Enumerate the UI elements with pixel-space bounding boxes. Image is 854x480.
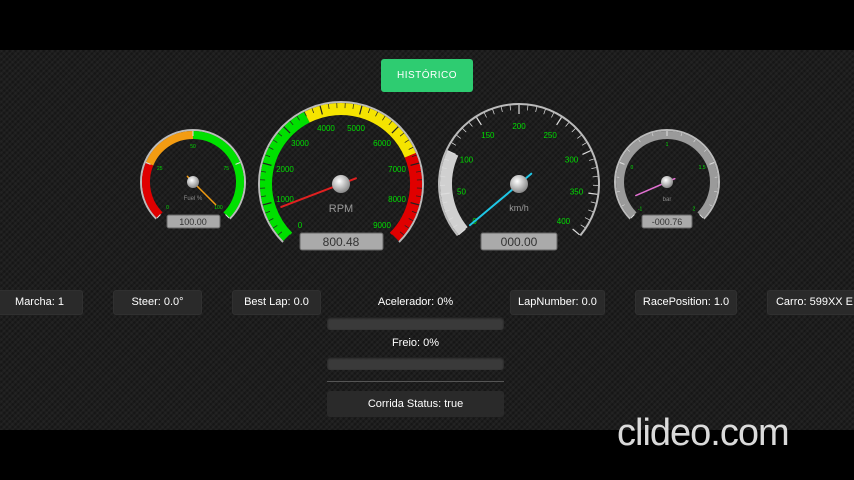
speed-title: km/h (509, 203, 529, 213)
fuel-readout: 100.00 (179, 217, 207, 227)
fuel-hub (187, 176, 199, 188)
boost-tick-label: -1 (638, 207, 643, 213)
speed-major-tick (476, 117, 482, 126)
speed-minor-tick (571, 128, 576, 133)
rpm-tick-label: 4000 (317, 124, 335, 133)
speed-minor-tick (584, 217, 590, 221)
boost-readout: -000.76 (652, 217, 683, 227)
steer-status: Steer: 0.0° (113, 290, 202, 315)
divider (327, 381, 504, 382)
speed-hub (510, 175, 528, 193)
rpm-tick-label: 8000 (388, 195, 406, 204)
acelerador-bar (327, 317, 504, 330)
speed-minor-tick (451, 142, 457, 146)
speed-minor-tick (588, 209, 594, 213)
watermark-logo: clideo.com (617, 412, 790, 454)
fuel-tick-label: 25 (157, 166, 163, 172)
rpm-readout: 800.48 (323, 235, 360, 249)
speed-tick-label: 150 (481, 131, 495, 140)
boost-tick-label: 1.5 (699, 165, 706, 171)
speed-minor-tick (580, 224, 586, 228)
speed-major-tick (588, 192, 598, 195)
speed-tick-label: 50 (457, 187, 466, 196)
speed-tick-label: 250 (543, 131, 557, 140)
freio-label: Freio: 0% (391, 337, 440, 349)
fuel-band-1 (145, 131, 194, 166)
boost-tick-label: 2 (692, 207, 695, 213)
lap-number-status: LapNumber: 0.0 (510, 290, 605, 315)
speed-minor-tick (591, 167, 597, 169)
boost-title: bar (663, 197, 672, 203)
fuel-tick-label: 100 (214, 205, 223, 211)
speed-minor-tick (590, 201, 596, 204)
rpm-tick-label: 6000 (373, 139, 391, 148)
rpm-tick-label: 9000 (373, 221, 391, 230)
freio-bar (327, 357, 504, 370)
speed-tick-label: 100 (460, 155, 474, 164)
speed-minor-tick (469, 122, 473, 127)
fuel-gauge: 0 25 50 75 100 Fuel % 100.00 (140, 129, 246, 229)
speed-major-tick (556, 117, 562, 126)
rpm-tick-label: 3000 (291, 139, 309, 148)
best-lap-status: Best Lap: 0.0 (232, 290, 321, 315)
speed-readout: 000.00 (501, 235, 538, 249)
speed-minor-tick (551, 112, 554, 118)
historico-button[interactable]: HISTÓRICO (381, 59, 473, 92)
boost-tick-label: 1 (666, 142, 669, 148)
speed-minor-tick (484, 112, 487, 118)
fuel-tick-label: 75 (223, 166, 229, 172)
speed-tick-label: 300 (565, 155, 579, 164)
speed-minor-tick (509, 105, 511, 111)
speed-minor-tick (581, 142, 587, 146)
speed-minor-tick (589, 158, 595, 161)
speed-minor-tick (535, 106, 538, 112)
rpm-tick-label: 2000 (276, 165, 294, 174)
fuel-title: Fuel % (184, 196, 203, 202)
speed-tick-label: 400 (557, 217, 571, 226)
corrida-status: Corrida Status: true (327, 391, 504, 417)
speed-major-tick (572, 228, 580, 236)
rpm-tick-label: 7000 (388, 165, 406, 174)
acelerador-label: Acelerador: 0% (377, 296, 454, 308)
speed-minor-tick (577, 135, 582, 139)
carro-status: Carro: 599XX E (767, 290, 854, 315)
speed-tick-label: 200 (512, 122, 526, 131)
fuel-tick-label: 50 (190, 144, 196, 150)
speed-minor-tick (527, 105, 529, 111)
boost-gauge: -1 0 1 1.5 2 bar -000.76 (614, 129, 720, 229)
rpm-title: RPM (329, 203, 353, 215)
marcha-status: Marcha: 1 (0, 290, 83, 315)
speed-major-tick (582, 150, 591, 155)
fuel-tick-label: 0 (166, 205, 169, 211)
rpm-tick-label: 0 (298, 221, 303, 230)
speed-minor-tick (492, 109, 495, 115)
rpm-hub (332, 175, 350, 193)
speed-minor-tick (462, 128, 467, 133)
speed-tick-label: 350 (570, 187, 584, 196)
rpm-tick-label: 5000 (347, 124, 365, 133)
speed-minor-tick (565, 122, 569, 127)
speed-minor-tick (543, 109, 546, 115)
speed-gauge: 050100150200250300350400 km/h 000.00 (438, 103, 600, 251)
speed-minor-tick (500, 106, 503, 112)
rpm-gauge: 01000200030004000 50006000700080009000 RP… (258, 101, 424, 251)
dashboard-panel: HISTÓRICO 0 25 50 75 100 Fuel % 100.00 0 1000… (0, 50, 854, 430)
speed-minor-tick (456, 135, 461, 139)
fuel-band-2 (192, 131, 244, 219)
boost-tick-label: 0 (631, 165, 634, 171)
race-position-status: RacePosition: 1.0 (635, 290, 737, 315)
boost-hub (661, 176, 673, 188)
